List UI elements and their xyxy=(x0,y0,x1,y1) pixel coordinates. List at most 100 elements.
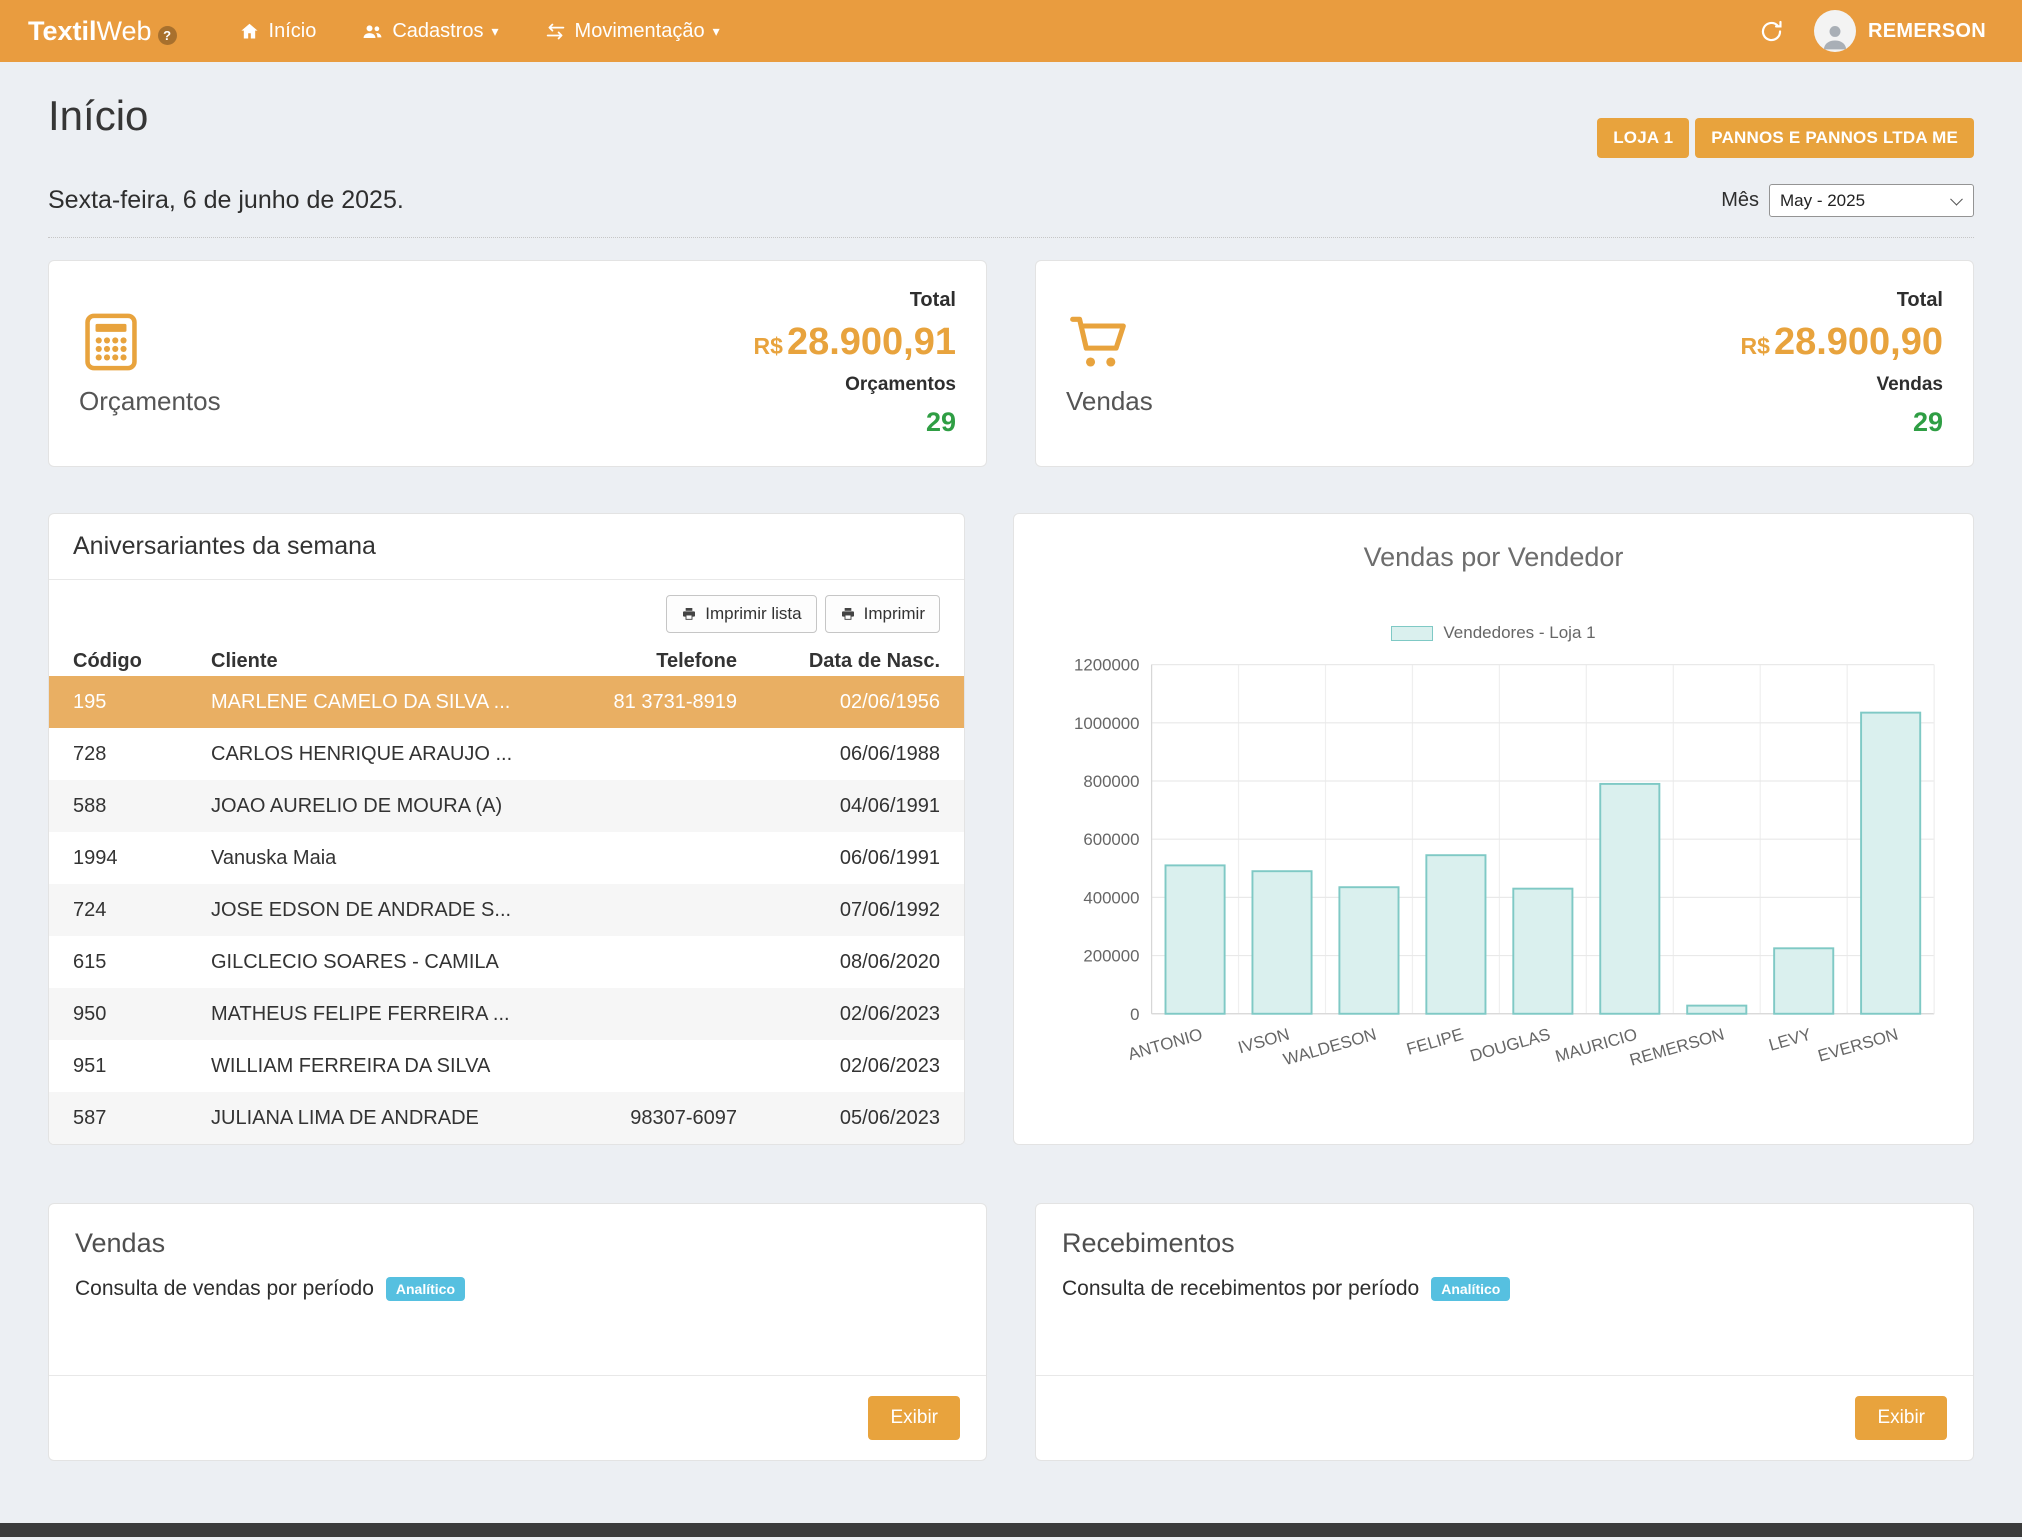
date-row: Sexta-feira, 6 de junho de 2025. Mês May… xyxy=(48,184,1974,217)
cell-codigo: 587 xyxy=(49,1107,199,1130)
cell-codigo: 615 xyxy=(49,951,199,974)
legend-swatch xyxy=(1391,626,1433,641)
panel-footer: Exibir xyxy=(49,1375,986,1460)
company-button[interactable]: PANNOS E PANNOS LTDA ME xyxy=(1695,118,1974,158)
brand-logo[interactable]: TextilWeb ? xyxy=(28,16,177,47)
cell-nasc: 02/06/2023 xyxy=(749,1003,964,1026)
month-label: Mês xyxy=(1721,189,1759,212)
birthdays-toolbar: Imprimir lista Imprimir xyxy=(49,580,964,646)
birthday-row[interactable]: 728CARLOS HENRIQUE ARAUJO ...06/06/1988 xyxy=(49,728,964,780)
bar-mauricio[interactable] xyxy=(1600,784,1659,1014)
caret-down-icon: ▾ xyxy=(713,23,720,40)
panel-title: Recebimentos xyxy=(1062,1228,1947,1259)
cell-codigo: 588 xyxy=(49,795,199,818)
exibir-vendas-button[interactable]: Exibir xyxy=(868,1396,960,1440)
bar-ivson[interactable] xyxy=(1252,871,1311,1014)
total-label: Total xyxy=(910,289,956,312)
orcamentos-card: Orçamentos Total R$28.900,91 Orçamentos … xyxy=(48,260,987,467)
cell-codigo: 951 xyxy=(49,1055,199,1078)
bar-everson[interactable] xyxy=(1861,713,1920,1014)
vendas-report-panel: Vendas Consulta de vendas por período An… xyxy=(48,1203,987,1461)
birthdays-title: Aniversariantes da semana xyxy=(49,514,964,580)
amount-value: 28.900,91 xyxy=(787,321,956,363)
birthdays-table-header: Código Cliente Telefone Data de Nasc. xyxy=(49,646,964,676)
birthday-row[interactable]: 587JULIANA LIMA DE ANDRADE98307-609705/0… xyxy=(49,1092,964,1144)
cart-icon xyxy=(1066,310,1153,374)
cell-nasc: 02/06/1956 xyxy=(749,691,964,714)
svg-text:400000: 400000 xyxy=(1083,888,1139,907)
x-label-felipe: FELIPE xyxy=(1404,1025,1465,1059)
birthday-row[interactable]: 615GILCLECIO SOARES - CAMILA08/06/2020 xyxy=(49,936,964,988)
card-label: Orçamentos xyxy=(79,386,221,417)
birthday-row[interactable]: 724JOSE EDSON DE ANDRADE S...07/06/1992 xyxy=(49,884,964,936)
bar-antonio[interactable] xyxy=(1166,865,1225,1013)
cell-nasc: 06/06/1991 xyxy=(749,847,964,870)
bar-felipe[interactable] xyxy=(1426,855,1485,1014)
svg-text:200000: 200000 xyxy=(1083,947,1139,966)
nav-item-movimentacao[interactable]: Movimentação ▾ xyxy=(545,20,720,43)
col-cliente: Cliente xyxy=(199,650,514,673)
x-label-everson: EVERSON xyxy=(1816,1025,1900,1066)
x-label-antonio: ANTONIO xyxy=(1126,1025,1205,1064)
birthday-row[interactable]: 951WILLIAM FERREIRA DA SILVA02/06/2023 xyxy=(49,1040,964,1092)
avatar xyxy=(1814,10,1856,52)
cell-nasc: 06/06/1988 xyxy=(749,743,964,766)
svg-text:1000000: 1000000 xyxy=(1074,714,1140,733)
currency-symbol: R$ xyxy=(754,333,783,359)
bar-douglas[interactable] xyxy=(1513,889,1572,1014)
nav-item-cadastros[interactable]: Cadastros ▾ xyxy=(362,20,498,43)
chart-title: Vendas por Vendedor xyxy=(1036,542,1951,573)
panel-footer: Exibir xyxy=(1036,1375,1973,1460)
birthday-row[interactable]: 950MATHEUS FELIPE FERREIRA ...02/06/2023 xyxy=(49,988,964,1040)
printer-icon xyxy=(840,606,856,622)
bar-remerson[interactable] xyxy=(1687,1006,1746,1014)
users-icon xyxy=(362,21,383,42)
bar-waldeson[interactable] xyxy=(1339,887,1398,1014)
help-icon[interactable]: ? xyxy=(158,26,177,45)
col-codigo: Código xyxy=(49,650,199,673)
middle-row: Aniversariantes da semana Imprimir lista… xyxy=(48,513,1974,1145)
cell-nasc: 04/06/1991 xyxy=(749,795,964,818)
cell-telefone: 81 3731-8919 xyxy=(514,691,749,714)
count-value: 29 xyxy=(926,407,956,438)
nav-item-inicio[interactable]: Início xyxy=(239,20,317,43)
print-button[interactable]: Imprimir xyxy=(825,595,940,633)
svg-text:0: 0 xyxy=(1130,1005,1139,1024)
svg-text:600000: 600000 xyxy=(1083,830,1139,849)
cell-codigo: 950 xyxy=(49,1003,199,1026)
birthdays-panel: Aniversariantes da semana Imprimir lista… xyxy=(48,513,965,1145)
birthday-row[interactable]: 195MARLENE CAMELO DA SILVA ...81 3731-89… xyxy=(49,676,964,728)
cell-cliente: JOAO AURELIO DE MOURA (A) xyxy=(199,795,514,818)
cell-cliente: JOSE EDSON DE ANDRADE S... xyxy=(199,899,514,922)
sales-chart-panel: Vendas por Vendedor Vendedores - Loja 1 … xyxy=(1013,513,1974,1145)
store-button[interactable]: LOJA 1 xyxy=(1597,118,1689,158)
bar-levy[interactable] xyxy=(1774,948,1833,1013)
navbar-left: TextilWeb ? Início Cadastros ▾ Movimenta… xyxy=(28,16,766,47)
x-label-waldeson: WALDESON xyxy=(1281,1025,1378,1070)
cell-codigo: 195 xyxy=(49,691,199,714)
navbar-right: REMERSON xyxy=(1759,10,1986,52)
amount-value: 28.900,90 xyxy=(1774,321,1943,363)
month-select[interactable]: May - 2025 xyxy=(1769,184,1974,217)
page: Início LOJA 1 PANNOS E PANNOS LTDA ME Se… xyxy=(0,62,2022,1461)
exchange-icon xyxy=(545,21,566,42)
footer-bar xyxy=(0,1523,2022,1537)
total-amount: R$28.900,90 xyxy=(1741,323,1943,363)
card-left: Orçamentos xyxy=(79,287,221,440)
card-right: Total R$28.900,91 Orçamentos 29 xyxy=(754,287,956,440)
birthday-row[interactable]: 1994Vanuska Maia06/06/1991 xyxy=(49,832,964,884)
user-menu[interactable]: REMERSON xyxy=(1814,10,1986,52)
sales-chart-svg: 020000040000060000080000010000001200000A… xyxy=(1036,655,1951,1088)
print-list-button[interactable]: Imprimir lista xyxy=(666,595,816,633)
cell-codigo: 728 xyxy=(49,743,199,766)
panel-description: Consulta de recebimentos por período Ana… xyxy=(1062,1277,1947,1301)
brand-text: TextilWeb xyxy=(28,16,152,47)
exibir-recebimentos-button[interactable]: Exibir xyxy=(1855,1396,1947,1440)
printer-icon xyxy=(681,606,697,622)
refresh-icon[interactable] xyxy=(1759,19,1784,44)
svg-text:800000: 800000 xyxy=(1083,772,1139,791)
x-label-mauricio: MAURICIO xyxy=(1553,1025,1639,1066)
birthday-row[interactable]: 588JOAO AURELIO DE MOURA (A) 04/06/1991 xyxy=(49,780,964,832)
brand-textil: Textil xyxy=(28,16,97,46)
username: REMERSON xyxy=(1868,20,1986,43)
